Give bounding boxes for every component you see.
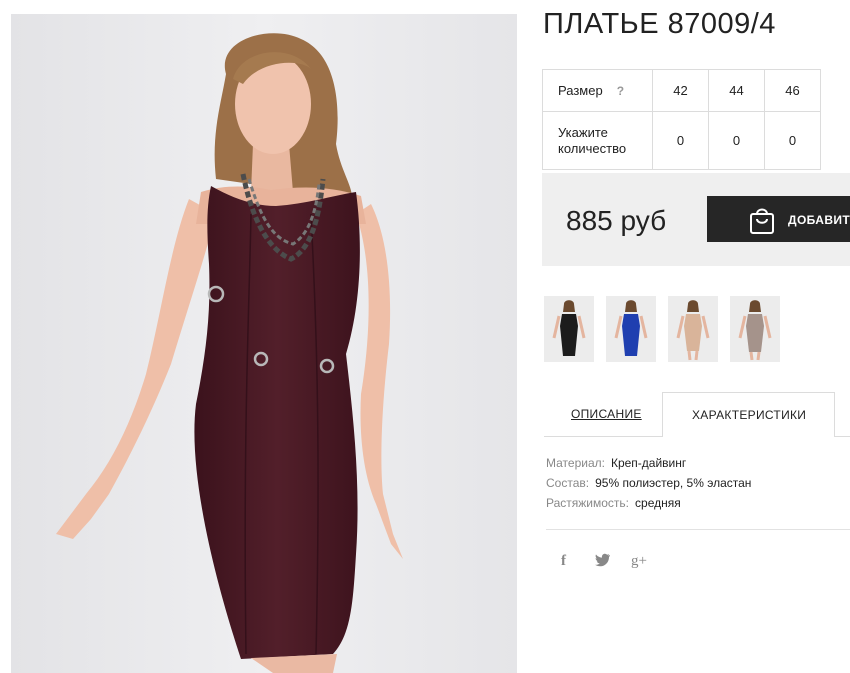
size-help-icon[interactable]: ?: [617, 84, 624, 98]
thumbnail-beige-dress[interactable]: [668, 296, 718, 362]
product-title: ПЛАТЬЕ 87009/4: [543, 8, 776, 40]
price: 885 руб: [566, 205, 667, 236]
add-to-cart-label: ДОБАВИТЬ: [788, 213, 850, 227]
size-label: Размер: [558, 83, 603, 98]
spec-stretch: Растяжимость: средняя: [546, 496, 751, 516]
spec-key: Растяжимость:: [546, 496, 630, 510]
price-box: 885 руб ДОБАВИТЬ: [542, 173, 850, 266]
quantity-input-42[interactable]: 0: [652, 111, 709, 170]
tab-characteristics[interactable]: ХАРАКТЕРИСТИКИ: [662, 392, 835, 437]
quantity-label-line1: Укажите: [558, 124, 608, 140]
size-option-46[interactable]: 46: [764, 69, 821, 112]
thumbnail-blue-dress[interactable]: [606, 296, 656, 362]
divider: [546, 529, 850, 530]
tab-divider: [544, 436, 662, 437]
size-row: Размер? 42 44 46: [542, 69, 821, 112]
size-quantity-table: Размер? 42 44 46 Укажите количество 0 0 …: [542, 69, 821, 170]
tab-characteristics-label: ХАРАКТЕРИСТИКИ: [692, 408, 807, 422]
quantity-label-cell: Укажите количество: [542, 111, 653, 170]
quantity-input-44[interactable]: 0: [708, 111, 765, 170]
product-main-photo[interactable]: [11, 14, 517, 673]
spec-key: Состав:: [546, 476, 590, 490]
shopping-bag-icon: [749, 205, 775, 240]
twitter-icon[interactable]: [595, 553, 611, 571]
spec-value: Креп-дайвинг: [610, 456, 687, 470]
spec-value: средняя: [635, 496, 681, 510]
quantity-row: Укажите количество 0 0 0: [542, 111, 821, 170]
spec-key: Материал:: [546, 456, 605, 470]
facebook-icon[interactable]: f: [561, 553, 566, 570]
size-option-42[interactable]: 42: [652, 69, 709, 112]
thumbnail-grey-dress[interactable]: [730, 296, 780, 362]
spec-material: Материал: Креп-дайвинг: [546, 456, 751, 476]
quantity-input-46[interactable]: 0: [764, 111, 821, 170]
characteristics-list: Материал: Креп-дайвинг Состав: 95% полиэст…: [546, 456, 751, 516]
tab-divider: [835, 436, 850, 437]
size-option-44[interactable]: 44: [708, 69, 765, 112]
size-label-cell: Размер?: [542, 69, 653, 112]
tab-description[interactable]: ОПИСАНИЕ: [571, 407, 642, 421]
add-to-cart-button[interactable]: ДОБАВИТЬ: [707, 196, 850, 242]
thumbnail-black-dress[interactable]: [544, 296, 594, 362]
quantity-label-line2: количество: [558, 140, 627, 156]
model-in-dress-image: [11, 14, 517, 673]
product-tabs: ОПИСАНИЕ ХАРАКТЕРИСТИКИ: [544, 392, 850, 437]
spec-value: 95% полиэстер, 5% эластан: [595, 476, 752, 490]
google-plus-icon[interactable]: g+: [631, 553, 647, 570]
spec-composition: Состав: 95% полиэстер, 5% эластан: [546, 476, 751, 496]
